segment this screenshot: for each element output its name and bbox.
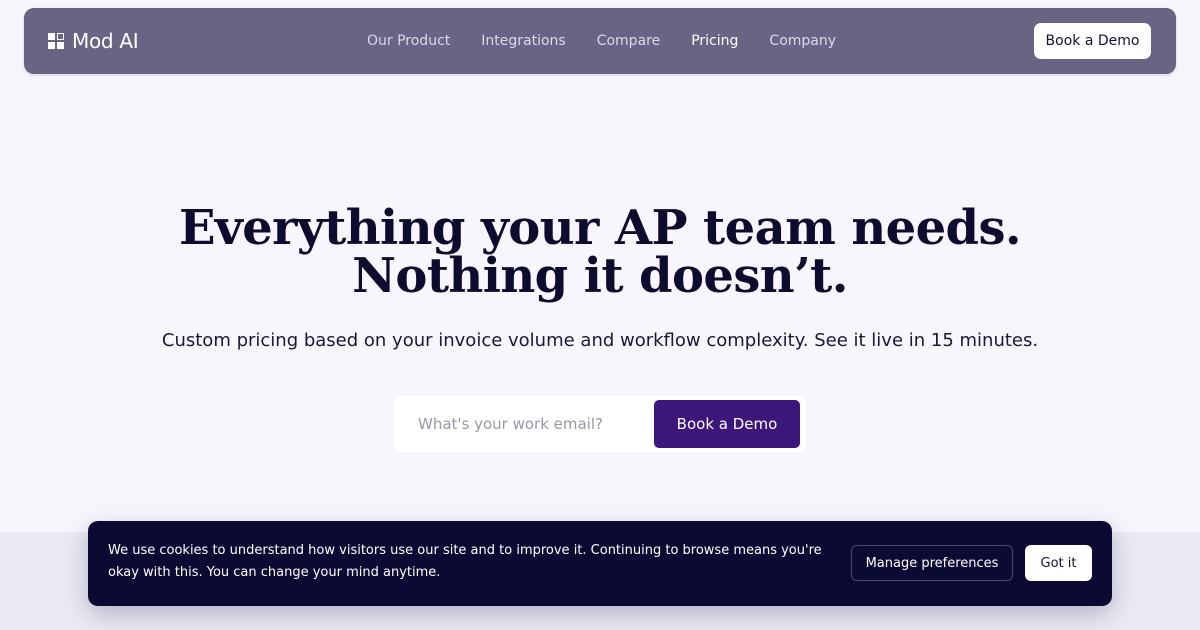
logo-grid-icon <box>48 33 64 49</box>
nav-links: Our Product Integrations Compare Pricing… <box>367 8 867 74</box>
hero-subtitle: Custom pricing based on your invoice vol… <box>161 330 1039 351</box>
nav-link-integrations[interactable]: Integrations <box>481 33 565 49</box>
top-navbar: Mod AI Our Product Integrations Compare … <box>24 8 1176 74</box>
hero-title: Everything your AP team needs. Nothing i… <box>0 204 1200 300</box>
nav-link-company[interactable]: Company <box>769 33 836 49</box>
logo[interactable]: Mod AI <box>48 29 139 53</box>
nav-book-demo-button[interactable]: Book a Demo <box>1034 23 1151 59</box>
email-signup-form: Book a Demo <box>394 396 806 452</box>
nav-link-compare[interactable]: Compare <box>597 33 661 49</box>
nav-link-pricing[interactable]: Pricing <box>691 33 738 49</box>
hero-book-demo-button[interactable]: Book a Demo <box>654 400 800 448</box>
logo-text: Mod AI <box>72 29 139 53</box>
manage-preferences-button[interactable]: Manage preferences <box>851 545 1013 581</box>
nav-link-our-product[interactable]: Our Product <box>367 33 450 49</box>
accept-cookies-button[interactable]: Got it <box>1025 545 1092 581</box>
cookie-message: We use cookies to understand how visitor… <box>108 543 822 580</box>
cookie-banner: We use cookies to understand how visitor… <box>88 521 1112 606</box>
work-email-input[interactable] <box>394 396 654 452</box>
hero-title-line-2: Nothing it doesn’t. <box>352 248 848 304</box>
